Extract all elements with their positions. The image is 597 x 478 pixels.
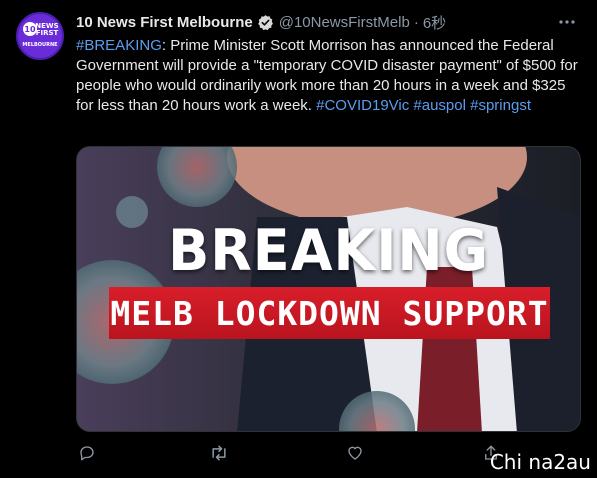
display-name[interactable]: 10 News First Melbourne [76,14,253,31]
reply-icon[interactable] [76,442,98,464]
hashtag-covid19vic[interactable]: #COVID19Vic [316,97,409,114]
news-logo-icon: 10 NEWS FIRST MELBOURNE [22,22,59,48]
retweet-icon[interactable] [208,442,230,464]
hashtag-auspol[interactable]: #auspol [413,97,466,114]
user-handle[interactable]: @10NewsFirstMelb [279,14,410,31]
like-icon[interactable] [344,442,366,464]
tweet-text: #BREAKING: Prime Minister Scott Morrison… [76,36,581,116]
tweet-header: 10 News First Melbourne @10NewsFirstMelb… [76,12,583,32]
more-options-icon[interactable] [557,12,577,32]
verified-badge-icon [257,14,274,31]
tweet[interactable]: 10 NEWS FIRST MELBOURNE 10 News First Me… [0,0,597,478]
separator-dot: · [413,13,419,31]
tweet-media-image[interactable]: BREAKING MELB LOCKDOWN SUPPORT [76,146,581,432]
media-headline: BREAKING [168,217,489,284]
svg-text:MELBOURNE: MELBOURNE [22,42,58,48]
svg-text:10: 10 [24,25,36,34]
avatar[interactable]: 10 NEWS FIRST MELBOURNE [16,12,64,60]
timestamp[interactable]: 6秒 [423,12,446,33]
media-banner-text: MELB LOCKDOWN SUPPORT [110,293,549,333]
media-banner: MELB LOCKDOWN SUPPORT [109,287,550,339]
watermark: Chi na2au [489,450,591,474]
hashtag-breaking[interactable]: #BREAKING [76,37,162,54]
hashtag-springst[interactable]: #springst [470,97,531,114]
svg-text:FIRST: FIRST [36,29,59,37]
